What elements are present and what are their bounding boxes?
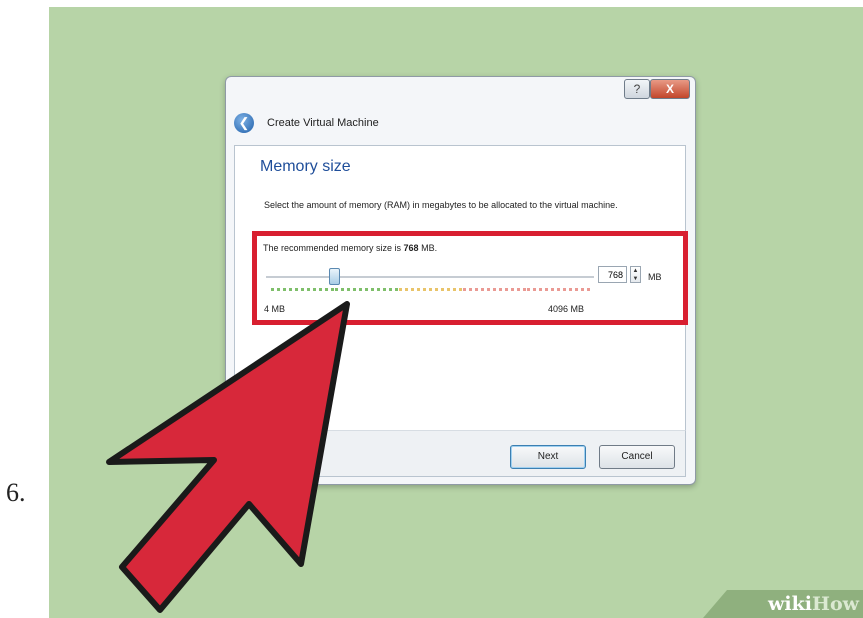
step-number: 6. [6, 478, 26, 507]
wikihow-logo: wikiHow [768, 593, 859, 615]
illustration: ? X ❮ Create Virtual Machine Memory size… [49, 7, 863, 618]
pointer-arrow-icon [106, 301, 350, 613]
